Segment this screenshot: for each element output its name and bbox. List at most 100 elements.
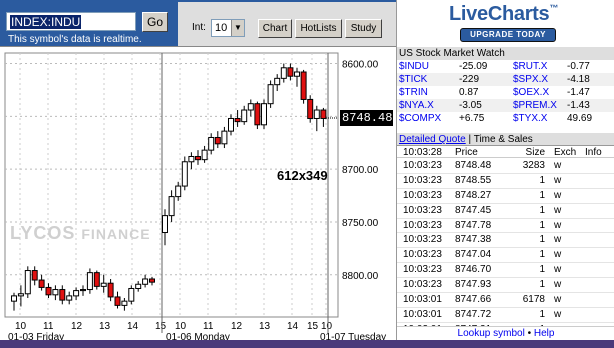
interval-label: Int:: [192, 22, 206, 33]
trade-size: 3283: [522, 160, 545, 171]
market-change-value: -0.77: [567, 61, 590, 72]
watermark-finance: FINANCE: [81, 226, 151, 242]
header-time: 10:03:28: [403, 147, 442, 158]
time-sales-header: 10:03:28 Price Size Exch Info: [397, 146, 614, 158]
market-symbol-link[interactable]: $TICK: [399, 73, 427, 86]
candle-body: [11, 295, 17, 302]
trade-price: 8747.78: [455, 219, 492, 231]
candle-body: [175, 185, 182, 198]
market-symbol-link[interactable]: $OEX.X: [513, 86, 549, 99]
lycos-finance-watermark: LYCOS FINANCE: [10, 223, 151, 244]
x-tick-label: 11: [43, 321, 54, 332]
candle-body: [195, 155, 201, 161]
market-watch-row: $TRIN 0.87 $OEX.X -1.47: [397, 86, 614, 99]
candle-body: [17, 293, 24, 297]
trade-time: 10:03:23: [403, 264, 442, 276]
market-symbol-link[interactable]: $INDU: [399, 60, 429, 73]
study-button[interactable]: Study: [345, 19, 382, 38]
market-symbol-link[interactable]: $NYA.X: [399, 99, 434, 112]
x-tick-label: 13: [259, 321, 271, 332]
trade-time: 10:03:23: [403, 234, 442, 246]
trade-time: 10:03:23: [403, 174, 442, 186]
time-sales-table: 10:03:23 8748.48 3283 w 10:03:23 8748.55 1 w 10:…: [397, 159, 614, 338]
symbol-input[interactable]: INDEX:INDU: [6, 12, 136, 31]
logo-title: LiveCharts: [449, 3, 550, 25]
trade-price: 8748.48: [455, 160, 492, 171]
candle-body: [135, 283, 142, 289]
market-symbol-link[interactable]: $TYX.X: [513, 112, 547, 125]
trade-time: 10:03:01: [403, 294, 442, 306]
candle-body: [80, 289, 86, 292]
trade-row: 10:03:01 8747.66 6178 w: [397, 293, 614, 308]
trade-exchange: w: [554, 174, 562, 186]
tab-detailed-quote[interactable]: Detailed Quote: [399, 134, 466, 145]
market-symbol-link[interactable]: $RUT.X: [513, 60, 547, 73]
interval-select[interactable]: 10 ▼: [211, 19, 245, 37]
x-tick-label: 12: [71, 321, 83, 332]
candle-body: [214, 136, 221, 145]
candle-body: [320, 109, 327, 119]
trade-time: 10:03:23: [403, 160, 442, 171]
quote-tabs: Detailed Quote | Time & Sales: [397, 133, 614, 146]
lookup-symbol-link[interactable]: Lookup symbol: [458, 328, 525, 339]
candle-body: [188, 155, 195, 163]
x-tick-label: 12: [231, 321, 243, 332]
candle-body: [59, 289, 66, 301]
candle-body: [221, 130, 228, 145]
candle-body: [149, 278, 155, 283]
hotlists-button[interactable]: HotLists: [295, 19, 342, 38]
x-tick-label: 14: [127, 321, 139, 332]
interval-value: 10: [215, 22, 228, 34]
tab-time-sales[interactable]: Time & Sales: [474, 134, 533, 145]
trade-exchange: w: [554, 160, 562, 171]
bottom-border: [0, 340, 614, 348]
interval-panel: Int: 10 ▼ Chart HotLists Study: [178, 2, 396, 46]
price-chart[interactable]: 8800.008750.008700.008650.008600.0010111…: [0, 46, 396, 348]
x-tick-label: 10: [15, 321, 27, 332]
trade-exchange: w: [554, 249, 562, 261]
trade-price: 8747.45: [455, 204, 492, 216]
market-change-value: 49.69: [567, 113, 593, 124]
help-link[interactable]: Help: [534, 328, 555, 339]
trade-price: 8746.70: [455, 264, 492, 276]
market-symbol-link[interactable]: $PREM.X: [513, 99, 557, 112]
trade-price: 8747.38: [455, 234, 492, 246]
trade-price: 8747.66: [455, 294, 492, 306]
candle-body: [121, 300, 128, 306]
upgrade-button[interactable]: UPGRADE TODAY: [460, 28, 556, 42]
market-symbol-link[interactable]: $SPX.X: [513, 73, 548, 86]
tab-separator: |: [465, 134, 474, 145]
trade-size: 1: [539, 249, 545, 261]
candle-body: [228, 117, 234, 132]
trade-row: 10:03:23 8747.38 1 w: [397, 233, 614, 249]
realtime-note: This symbol's data is realtime.: [8, 34, 142, 45]
x-tick-label: 14: [287, 321, 299, 332]
market-symbol-link[interactable]: $COMPX: [399, 112, 441, 125]
trade-time: 10:03:23: [403, 279, 442, 291]
plot-frame: [4, 52, 339, 318]
candle-body: [181, 161, 188, 187]
candle-body: [93, 272, 100, 287]
market-watch-title: US Stock Market Watch: [397, 47, 614, 60]
trade-row: 10:03:23 8747.45 1 w: [397, 204, 614, 219]
go-button[interactable]: Go: [142, 12, 168, 32]
trade-row: 10:03:23 8748.55 1 w: [397, 174, 614, 189]
trade-price: 8748.55: [455, 174, 492, 186]
trade-exchange: w: [554, 294, 562, 306]
candle-body: [274, 77, 281, 86]
trade-size: 1: [539, 279, 545, 291]
trade-time: 10:03:01: [403, 308, 442, 320]
market-watch-table: $INDU -25.09 $RUT.X -0.77 $TICK -229 $SPX.X -4.…: [397, 60, 614, 125]
trade-exchange: w: [554, 279, 562, 291]
chevron-down-icon[interactable]: ▼: [231, 20, 244, 36]
market-change-value: -3.05: [459, 100, 482, 111]
current-price-box: 8748.48: [340, 109, 393, 126]
y-tick-label: 8700.00: [342, 165, 379, 176]
market-symbol-link[interactable]: $TRIN: [399, 86, 428, 99]
trade-row: 10:03:23 8748.48 3283 w: [397, 159, 614, 174]
trade-time: 10:03:23: [403, 249, 442, 261]
chart-button[interactable]: Chart: [258, 19, 292, 38]
trade-time: 10:03:23: [403, 219, 442, 231]
header-price: Price: [455, 147, 478, 158]
market-change-value: -1.43: [567, 100, 590, 111]
